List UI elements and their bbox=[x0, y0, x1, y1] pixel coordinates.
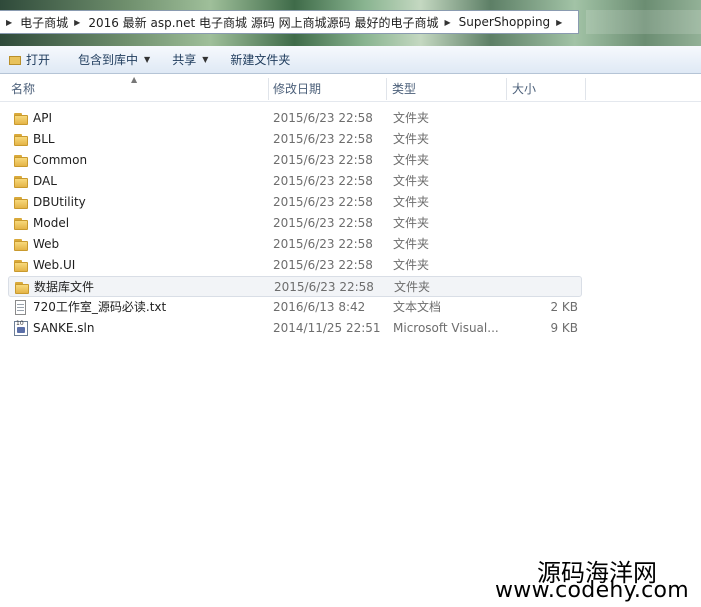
folder-icon bbox=[14, 195, 28, 210]
file-name: DBUtility bbox=[33, 195, 86, 209]
chevron-down-icon: ▼ bbox=[144, 55, 151, 64]
file-name: API bbox=[33, 111, 52, 125]
file-modified: 2015/6/23 22:58 bbox=[273, 174, 373, 188]
file-modified: 2015/6/23 22:58 bbox=[273, 258, 373, 272]
share-button[interactable]: 共享 ▼ bbox=[163, 48, 217, 72]
column-name[interactable]: 名称 bbox=[11, 76, 267, 102]
folder-icon bbox=[14, 153, 28, 168]
column-divider[interactable] bbox=[268, 78, 269, 100]
breadcrumb-item-2[interactable]: 2016 最新 asp.net 电子商城 源码 网上商城源码 最好的电子商城 bbox=[88, 14, 438, 31]
share-label: 共享 bbox=[172, 53, 197, 67]
file-modified: 2015/6/23 22:58 bbox=[273, 111, 373, 125]
file-row[interactable]: Web.UI 2015/6/23 22:58 文件夹 bbox=[8, 255, 582, 276]
file-size bbox=[508, 255, 578, 276]
chevron-right-icon[interactable]: ▶ bbox=[68, 18, 88, 27]
folder-icon bbox=[14, 237, 28, 252]
chevron-right-icon[interactable]: ▶ bbox=[439, 18, 459, 27]
file-name: Web bbox=[33, 237, 60, 251]
file-modified: 2015/6/23 22:58 bbox=[273, 132, 373, 146]
breadcrumb-item-1[interactable]: 电子商城 bbox=[20, 14, 68, 31]
column-size[interactable]: 大小 bbox=[512, 76, 582, 102]
new-folder-label: 新建文件夹 bbox=[230, 53, 291, 67]
file-type: 文件夹 bbox=[393, 153, 430, 167]
file-name: Model bbox=[33, 216, 70, 230]
file-modified: 2015/6/23 22:58 bbox=[273, 216, 373, 230]
file-row[interactable]: DBUtility 2015/6/23 22:58 文件夹 bbox=[8, 192, 582, 213]
file-row[interactable]: 10 SANKE.sln 2014/11/25 22:51 Microsoft … bbox=[8, 318, 582, 339]
file-type: 文件夹 bbox=[393, 132, 430, 146]
file-name: BLL bbox=[33, 132, 55, 146]
file-row[interactable]: 720工作室_源码必读.txt 2016/6/13 8:42 文本文档 2 KB bbox=[8, 297, 582, 318]
breadcrumb-item-3[interactable]: SuperShopping bbox=[459, 15, 551, 29]
address-bar-tail bbox=[586, 10, 701, 34]
file-size bbox=[508, 108, 578, 129]
file-name: 数据库文件 bbox=[34, 280, 95, 294]
new-folder-button[interactable]: 新建文件夹 bbox=[221, 48, 299, 72]
include-in-library-button[interactable]: 包含到库中 ▼ bbox=[69, 48, 159, 72]
folder-icon bbox=[14, 258, 28, 273]
file-modified: 2015/6/23 22:58 bbox=[273, 237, 373, 251]
file-row-selected[interactable]: 数据库文件 2015/6/23 22:58 文件夹 bbox=[8, 276, 582, 297]
file-row[interactable]: Model 2015/6/23 22:58 文件夹 bbox=[8, 213, 582, 234]
open-folder-icon bbox=[9, 55, 21, 65]
file-type: 文件夹 bbox=[393, 111, 430, 125]
file-modified: 2015/6/23 22:58 bbox=[273, 153, 373, 167]
file-type: 文件夹 bbox=[394, 280, 431, 294]
watermark-url: www.codehy.com bbox=[495, 578, 690, 603]
file-modified: 2015/6/23 22:58 bbox=[273, 195, 373, 209]
file-size bbox=[509, 277, 579, 298]
chevron-right-icon[interactable]: ▶ bbox=[550, 18, 570, 27]
folder-icon bbox=[14, 216, 28, 231]
folder-icon bbox=[15, 280, 29, 295]
chevron-down-icon: ▼ bbox=[202, 55, 209, 64]
file-type: 文件夹 bbox=[393, 195, 430, 209]
file-size bbox=[508, 234, 578, 255]
file-size bbox=[508, 129, 578, 150]
column-divider[interactable] bbox=[506, 78, 507, 100]
folder-icon bbox=[14, 111, 28, 126]
open-label: 打开 bbox=[26, 53, 51, 67]
file-size bbox=[508, 150, 578, 171]
file-type: 文件夹 bbox=[393, 237, 430, 251]
address-bar[interactable]: ▶ 电子商城 ▶ 2016 最新 asp.net 电子商城 源码 网上商城源码 … bbox=[0, 10, 579, 34]
file-type: 文件夹 bbox=[393, 258, 430, 272]
command-toolbar: 打开 包含到库中 ▼ 共享 ▼ 新建文件夹 bbox=[0, 46, 701, 74]
file-size bbox=[508, 192, 578, 213]
file-row[interactable]: API 2015/6/23 22:58 文件夹 bbox=[8, 108, 582, 129]
file-row[interactable]: BLL 2015/6/23 22:58 文件夹 bbox=[8, 129, 582, 150]
chevron-right-icon[interactable]: ▶ bbox=[0, 18, 20, 27]
file-type: 文件夹 bbox=[393, 216, 430, 230]
column-type[interactable]: 类型 bbox=[392, 76, 504, 102]
visual-studio-solution-icon: 10 bbox=[14, 320, 28, 336]
file-modified: 2015/6/23 22:58 bbox=[274, 280, 374, 294]
column-divider[interactable] bbox=[386, 78, 387, 100]
file-type: 文件夹 bbox=[393, 174, 430, 188]
file-name: Web.UI bbox=[33, 258, 76, 272]
file-name: 720工作室_源码必读.txt bbox=[33, 300, 167, 314]
file-name: DAL bbox=[33, 174, 57, 188]
file-type: Microsoft Visual... bbox=[393, 321, 499, 335]
open-button[interactable]: 打开 bbox=[0, 48, 59, 72]
file-modified: 2016/6/13 8:42 bbox=[273, 300, 366, 314]
file-size: 2 KB bbox=[550, 300, 578, 314]
folder-icon bbox=[14, 174, 28, 189]
file-name: Common bbox=[33, 153, 88, 167]
column-header: ▲ 名称 修改日期 类型 大小 bbox=[0, 76, 701, 102]
column-modified[interactable]: 修改日期 bbox=[273, 76, 385, 102]
include-in-library-label: 包含到库中 bbox=[78, 53, 139, 67]
file-size bbox=[508, 213, 578, 234]
file-type: 文本文档 bbox=[393, 300, 442, 314]
folder-icon bbox=[14, 132, 28, 147]
file-size bbox=[508, 171, 578, 192]
file-row[interactable]: DAL 2015/6/23 22:58 文件夹 bbox=[8, 171, 582, 192]
file-row[interactable]: Common 2015/6/23 22:58 文件夹 bbox=[8, 150, 582, 171]
column-divider[interactable] bbox=[585, 78, 586, 100]
file-row[interactable]: Web 2015/6/23 22:58 文件夹 bbox=[8, 234, 582, 255]
text-file-icon bbox=[14, 300, 28, 315]
file-size: 9 KB bbox=[550, 321, 578, 335]
address-bar-area: ▶ 电子商城 ▶ 2016 最新 asp.net 电子商城 源码 网上商城源码 … bbox=[0, 0, 701, 46]
file-name: SANKE.sln bbox=[33, 321, 95, 335]
file-modified: 2014/11/25 22:51 bbox=[273, 321, 381, 335]
